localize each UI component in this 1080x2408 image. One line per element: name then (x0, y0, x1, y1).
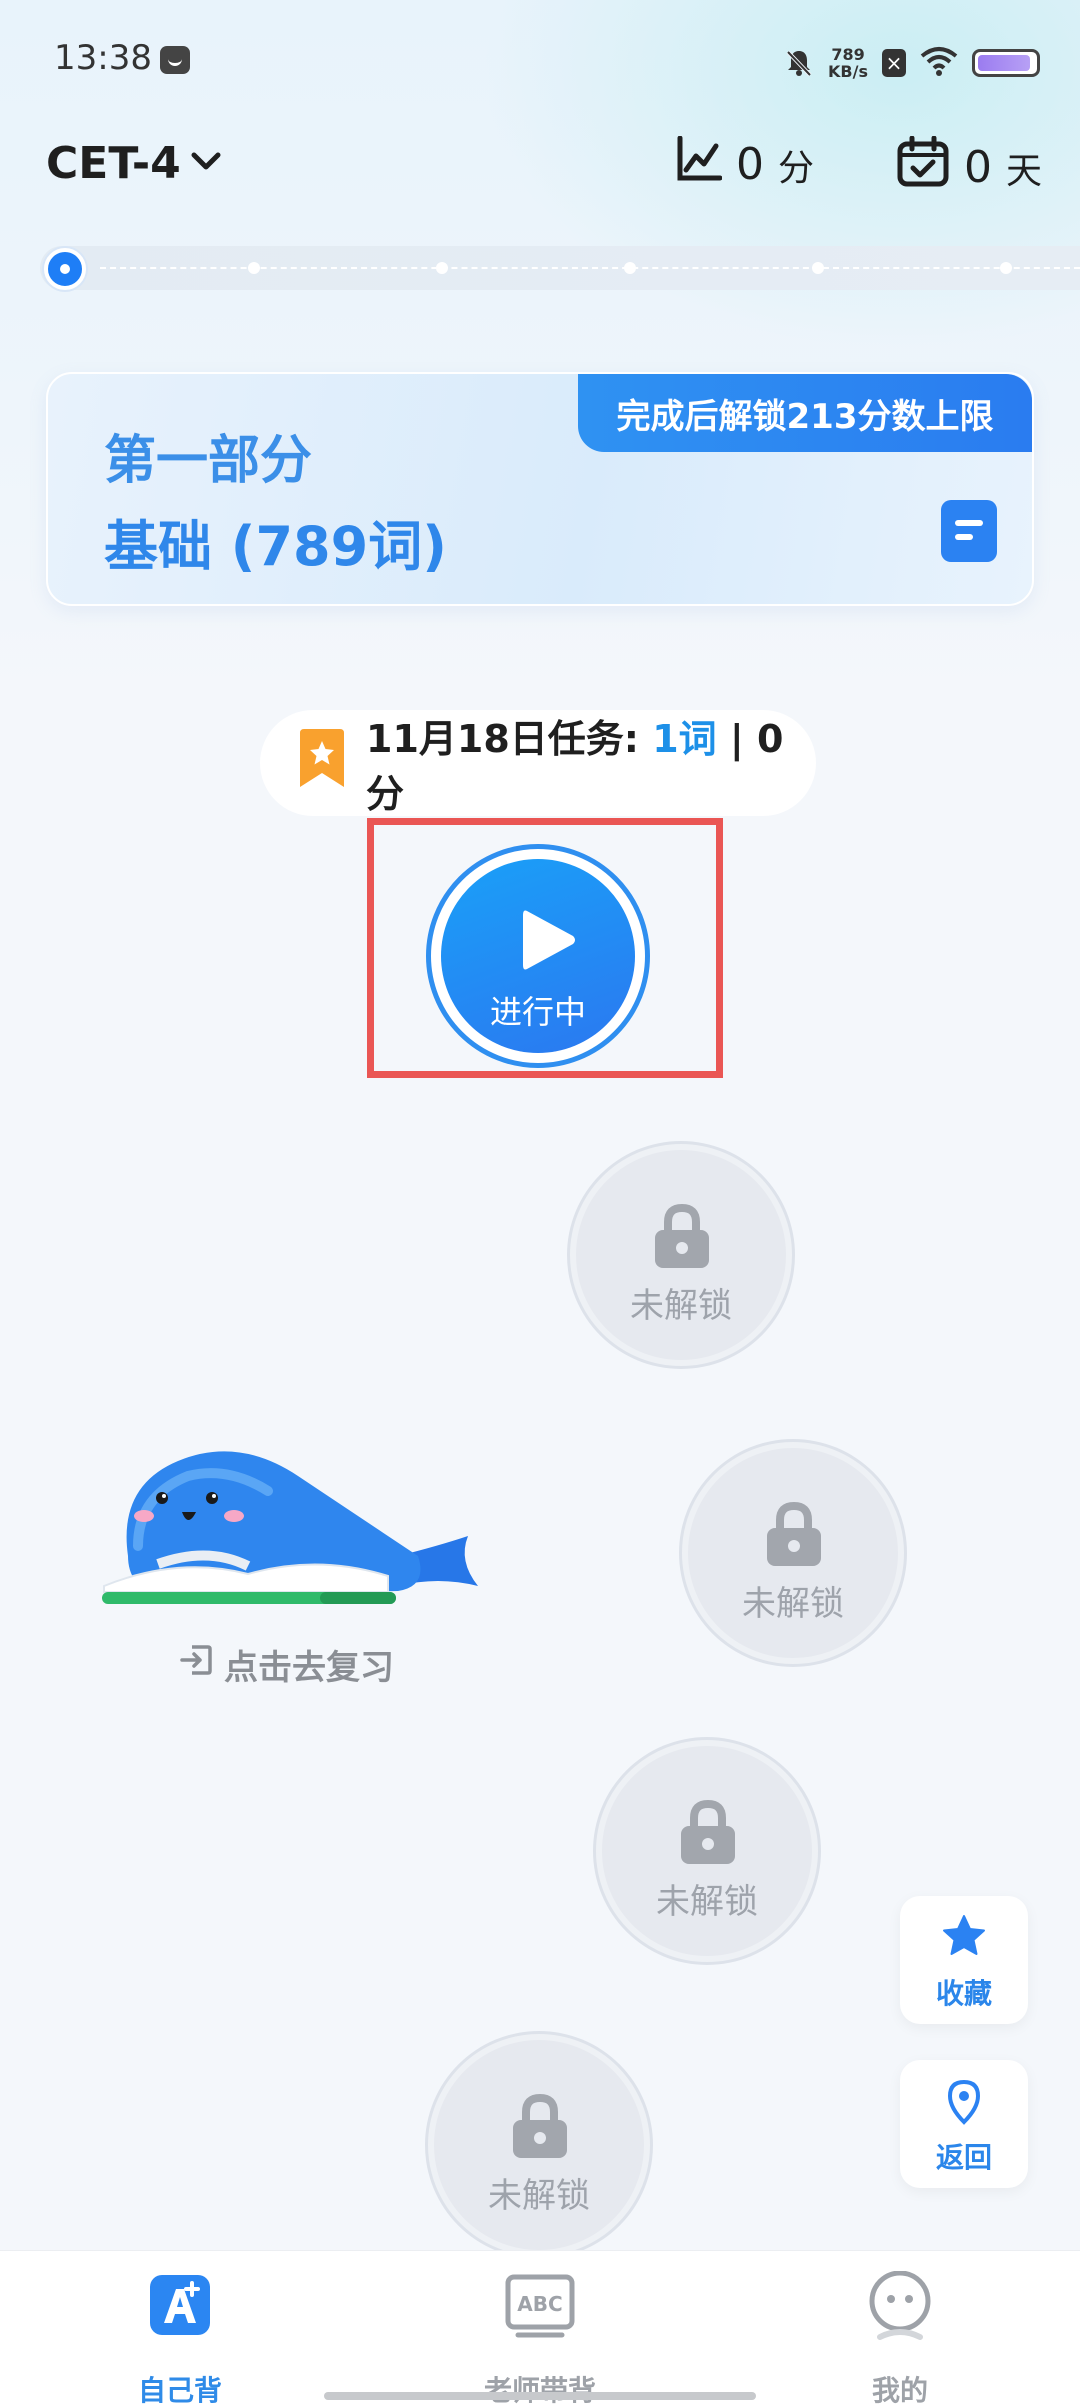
progress-dash-line (100, 267, 1080, 269)
task-word-count: 1词 (652, 717, 717, 761)
favorite-label: 收藏 (935, 1977, 992, 2010)
lock-icon (511, 2093, 569, 2164)
battery-icon (972, 49, 1040, 77)
nav-label: 自己背 (137, 2374, 222, 2407)
locked-lesson-label: 未解锁 (630, 1286, 732, 1326)
progress-node (248, 262, 260, 274)
lock-icon (765, 1501, 823, 1572)
abc-book-icon: ABC (504, 2273, 576, 2343)
list-icon-line (955, 520, 983, 526)
highlight-box (367, 818, 723, 1078)
days-value: 0 (964, 142, 992, 193)
status-icons: 789 KB/s × (784, 38, 1040, 88)
calendar-check-icon (896, 135, 950, 199)
section-title: 第一部分 (104, 431, 313, 491)
progress-node (812, 262, 824, 274)
unlock-banner: 完成后解锁213分数上限 (578, 374, 1032, 452)
battery-level (978, 55, 1030, 71)
bottom-nav: 自己背 ABC 老师带背 我的 (0, 2250, 1080, 2408)
chevron-down-icon (191, 151, 221, 177)
review-mascot[interactable] (98, 1436, 484, 1626)
profile-robot-icon (866, 2270, 934, 2347)
task-date-label: 11月18日任务: (366, 717, 653, 761)
word-list-button[interactable] (941, 500, 997, 562)
progress-track[interactable] (40, 246, 1080, 290)
network-speed-unit: KB/s (828, 62, 868, 81)
locked-lesson-node[interactable]: 未解锁 (596, 1740, 818, 1962)
location-pin-icon (942, 2078, 986, 2130)
notification-app-icon (160, 46, 190, 74)
locked-lesson-node[interactable]: 未解锁 (428, 2034, 650, 2256)
days-unit: 天 (1006, 150, 1043, 192)
level-selector[interactable]: CET-4 (46, 138, 221, 189)
list-icon-line (955, 534, 973, 540)
task-text: 11月18日任务: 1词 | 0分 (366, 708, 816, 818)
whale-reading-illustration (102, 1451, 478, 1604)
sim-off-icon: × (882, 49, 906, 77)
lock-icon (653, 1203, 711, 1274)
locked-lesson-node[interactable]: 未解锁 (682, 1442, 904, 1664)
bell-off-icon (784, 48, 814, 78)
locked-lesson-label: 未解锁 (488, 2176, 590, 2216)
back-label: 返回 (935, 2141, 992, 2174)
bookmark-star-icon (296, 728, 348, 798)
score-value: 0 (736, 139, 764, 190)
progress-node (624, 262, 636, 274)
favorite-button[interactable]: 收藏 (900, 1896, 1028, 2024)
svg-text:ABC: ABC (517, 2292, 562, 2316)
nav-label: 老师带背 (483, 2374, 596, 2407)
locked-lesson-label: 未解锁 (742, 1584, 844, 1624)
chart-line-icon (676, 135, 723, 193)
back-location-button[interactable]: 返回 (900, 2060, 1028, 2188)
score-stat[interactable]: 0 分 (676, 135, 815, 193)
enter-icon (180, 1643, 214, 1686)
section-card[interactable]: 完成后解锁213分数上限 第一部分 基础 (789词) (46, 372, 1034, 606)
star-icon (942, 1914, 986, 1962)
progress-node (436, 262, 448, 274)
lock-icon (679, 1799, 737, 1870)
locked-lesson-node[interactable]: 未解锁 (570, 1144, 792, 1366)
self-study-icon (148, 2273, 212, 2341)
days-stat[interactable]: 0 天 (896, 135, 1043, 199)
progress-current-marker (44, 248, 86, 290)
review-link[interactable]: 点击去复习 (180, 1640, 394, 1689)
home-indicator[interactable] (324, 2392, 756, 2400)
status-time: 13:38 (54, 38, 152, 78)
network-speed: 789 KB/s (828, 46, 868, 80)
review-label: 点击去复习 (224, 1648, 394, 1688)
daily-task-pill: 11月18日任务: 1词 | 0分 (260, 710, 816, 816)
level-label: CET-4 (46, 138, 181, 189)
nav-label: 我的 (871, 2374, 928, 2407)
locked-lesson-label: 未解锁 (656, 1882, 758, 1922)
wifi-icon (920, 46, 958, 80)
score-unit: 分 (778, 147, 815, 189)
progress-node (1000, 262, 1012, 274)
section-subtitle: 基础 (789词) (104, 515, 447, 578)
status-bar: 13:38 789 KB/s × (0, 0, 1080, 120)
